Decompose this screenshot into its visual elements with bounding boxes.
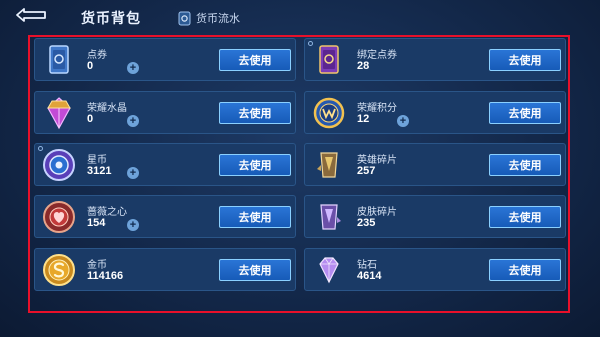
currency-amount: 4614 [357,270,382,282]
skin-fragment-icon [320,204,341,230]
ledger-icon [178,11,191,25]
add-button[interactable]: + [127,62,139,74]
top-bar: 货币背包 货币流水 [0,0,600,32]
add-button[interactable]: + [397,115,409,127]
use-button[interactable]: 去使用 [489,154,561,176]
tab-label: 货币流水 [196,13,240,25]
currency-card-star-coin: 星币 3121 + 去使用 [34,143,296,186]
currency-card-glory-points: 荣耀积分 12 + 去使用 [304,91,566,134]
glory-points-icon [313,97,345,129]
currency-card-diamond: 钻石 4614 去使用 [304,248,566,291]
currency-name: 金币 [87,260,107,271]
diamond-icon [319,257,339,284]
add-button[interactable]: + [127,115,139,127]
page-title: 货币背包 [81,10,141,26]
back-arrow-icon[interactable] [14,7,48,23]
use-button[interactable]: 去使用 [489,259,561,281]
currency-amount: 3121 [87,165,112,177]
currency-card-bound-coupon: 绑定点券 28 去使用 [304,38,566,81]
currency-name: 钻石 [357,260,377,271]
currency-name: 蔷薇之心 [87,207,127,218]
use-button[interactable]: 去使用 [219,259,291,281]
currency-amount: 257 [357,165,376,177]
coupon-card-icon [49,45,69,74]
add-button[interactable]: + [127,219,139,231]
currency-card-hero-fragment: 英雄碎片 257 去使用 [304,143,566,186]
glory-crystal-icon [47,97,71,130]
add-button[interactable]: + [127,167,139,179]
bound-coupon-card-icon [319,45,339,74]
tab-currency-ledger[interactable]: 货币流水 [178,10,240,26]
currency-card-gold-coin: 金币 114166 去使用 [34,248,296,291]
currency-amount: 235 [357,217,376,229]
currency-name: 星币 [87,155,107,166]
hero-fragment-icon [317,152,338,178]
gold-coin-icon [43,254,75,286]
currency-name: 点券 [87,50,107,61]
use-button[interactable]: 去使用 [489,102,561,124]
currency-name: 荣耀水晶 [87,103,127,114]
currency-amount: 12 [357,113,370,125]
currency-card-coupon: 点券 0 + 去使用 [34,38,296,81]
currency-amount: 154 [87,217,106,229]
use-button[interactable]: 去使用 [219,206,291,228]
currency-name: 荣耀积分 [357,103,397,114]
currency-amount: 0 [87,60,94,72]
currency-amount: 0 [87,113,94,125]
use-button[interactable]: 去使用 [219,102,291,124]
currency-name: 英雄碎片 [357,155,397,166]
currency-card-rose-heart: 蔷薇之心 154 + 去使用 [34,195,296,238]
currency-amount: 114166 [87,270,124,282]
currency-card-glory-crystal: 荣耀水晶 0 + 去使用 [34,91,296,134]
currency-name: 绑定点券 [357,50,397,61]
currency-amount: 28 [357,60,370,72]
use-button[interactable]: 去使用 [489,206,561,228]
use-button[interactable]: 去使用 [219,49,291,71]
currency-card-skin-fragment: 皮肤碎片 235 去使用 [304,195,566,238]
star-coin-icon [43,149,75,181]
currency-name: 皮肤碎片 [357,207,397,218]
use-button[interactable]: 去使用 [219,154,291,176]
use-button[interactable]: 去使用 [489,49,561,71]
rose-heart-icon [43,201,75,233]
